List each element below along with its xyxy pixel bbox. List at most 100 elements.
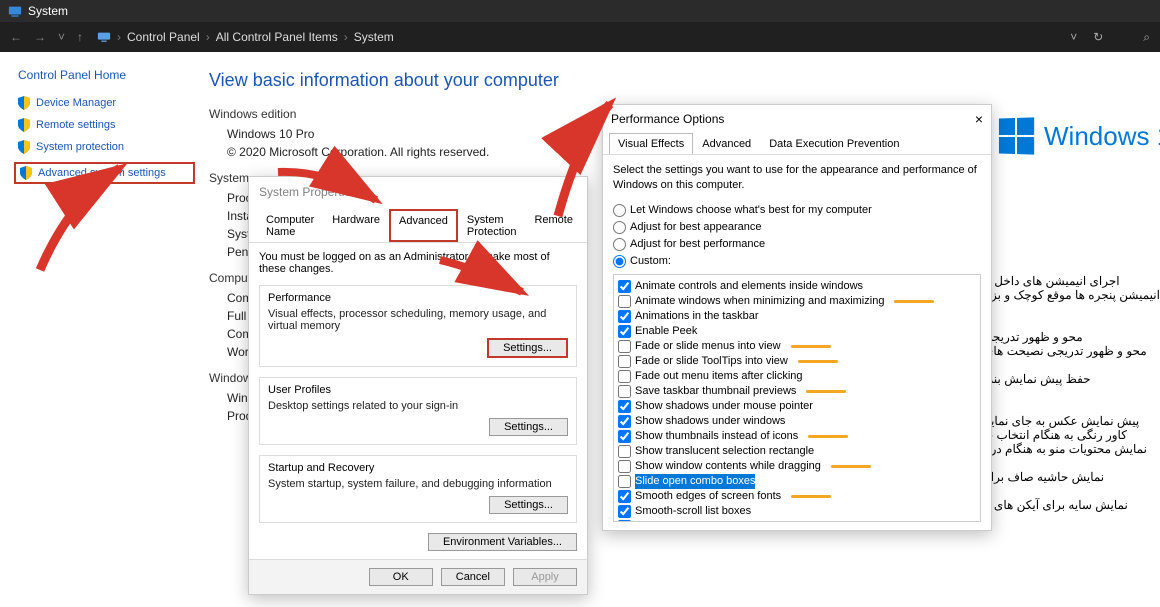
checkbox[interactable] bbox=[618, 295, 631, 308]
cancel-button[interactable]: Cancel bbox=[441, 568, 505, 586]
breadcrumb-item[interactable]: Control Panel bbox=[127, 30, 200, 44]
tab-computer-name[interactable]: Computer Name bbox=[257, 209, 323, 242]
list-item[interactable]: Show shadows under mouse pointer bbox=[616, 399, 978, 414]
performance-fieldset: Performance Visual effects, processor sc… bbox=[259, 285, 577, 367]
radio-label: Let Windows choose what's best for my co… bbox=[630, 204, 872, 216]
radio-custom[interactable] bbox=[613, 255, 626, 268]
radio-best-performance[interactable] bbox=[613, 238, 626, 251]
checkbox[interactable] bbox=[618, 385, 631, 398]
checkbox[interactable] bbox=[618, 325, 631, 338]
performance-settings-button[interactable]: Settings... bbox=[487, 338, 568, 358]
checkbox[interactable] bbox=[618, 505, 631, 518]
checkbox[interactable] bbox=[618, 520, 631, 522]
sidebar-item-system-protection[interactable]: System protection bbox=[18, 140, 195, 154]
checkbox[interactable] bbox=[618, 340, 631, 353]
checkbox-label: Animate windows when minimizing and maxi… bbox=[635, 294, 884, 309]
apply-button[interactable]: Apply bbox=[513, 568, 577, 586]
navigation-bar: ← → ˅ ↑ › Control Panel › All Control Pa… bbox=[0, 22, 1160, 52]
checkbox[interactable] bbox=[618, 445, 631, 458]
list-item[interactable]: Use drop shadows for icon labels on the … bbox=[616, 519, 978, 522]
sidebar-item-label: Advanced system settings bbox=[38, 167, 166, 179]
list-item[interactable]: Show translucent selection rectangle bbox=[616, 444, 978, 459]
performance-legend: Performance bbox=[268, 292, 568, 304]
tab-system-protection[interactable]: System Protection bbox=[458, 209, 526, 242]
breadcrumb-sep: › bbox=[344, 30, 348, 44]
checkbox-label: Save taskbar thumbnail previews bbox=[635, 384, 796, 399]
tab-dep[interactable]: Data Execution Prevention bbox=[760, 133, 908, 154]
sidebar-item-label: Remote settings bbox=[36, 119, 115, 131]
shield-icon bbox=[18, 96, 30, 110]
list-item[interactable]: Smooth edges of screen fonts bbox=[616, 489, 978, 504]
windows-logo-icon bbox=[999, 117, 1034, 154]
checkbox[interactable] bbox=[618, 370, 631, 383]
checkbox-label: Slide open combo boxes bbox=[635, 474, 755, 489]
nav-recent-icon[interactable]: ˅ bbox=[58, 30, 65, 44]
checkbox[interactable] bbox=[618, 280, 631, 293]
list-item[interactable]: Slide open combo boxes bbox=[616, 474, 978, 489]
tab-advanced[interactable]: Advanced bbox=[693, 133, 760, 154]
highlight-brush bbox=[806, 390, 846, 393]
refresh-icon[interactable]: ↻ bbox=[1093, 30, 1103, 45]
list-item[interactable]: Animate controls and elements inside win… bbox=[616, 279, 978, 294]
list-item[interactable]: Animate windows when minimizing and maxi… bbox=[616, 294, 978, 309]
environment-variables-button[interactable]: Environment Variables... bbox=[428, 533, 577, 551]
nav-back-icon[interactable]: ← bbox=[10, 30, 22, 44]
list-item[interactable]: Show window contents while dragging bbox=[616, 459, 978, 474]
breadcrumb-item[interactable]: All Control Panel Items bbox=[216, 30, 338, 44]
list-item[interactable]: Fade out menu items after clicking bbox=[616, 369, 978, 384]
sidebar-item-device-manager[interactable]: Device Manager bbox=[18, 96, 195, 110]
sidebar-item-advanced-system-settings[interactable]: Advanced system settings bbox=[14, 162, 195, 184]
list-item[interactable]: Fade or slide ToolTips into view bbox=[616, 354, 978, 369]
list-item[interactable]: Fade or slide menus into view bbox=[616, 339, 978, 354]
checkbox-label: Show shadows under mouse pointer bbox=[635, 399, 813, 414]
list-item[interactable]: Enable Peek bbox=[616, 324, 978, 339]
checkbox-label: Fade or slide ToolTips into view bbox=[635, 354, 788, 369]
checkbox[interactable] bbox=[618, 460, 631, 473]
ok-button[interactable]: OK bbox=[369, 568, 433, 586]
sidebar-home[interactable]: Control Panel Home bbox=[18, 68, 195, 82]
nav-forward-icon[interactable]: → bbox=[34, 30, 46, 44]
checkbox[interactable] bbox=[618, 475, 631, 488]
checkbox-label: Fade out menu items after clicking bbox=[635, 369, 803, 384]
search-icon[interactable]: ⌕ bbox=[1143, 30, 1150, 45]
list-item[interactable]: Show thumbnails instead of icons bbox=[616, 429, 978, 444]
checkbox[interactable] bbox=[618, 310, 631, 323]
highlight-brush bbox=[831, 465, 871, 468]
list-item[interactable]: Smooth-scroll list boxes bbox=[616, 504, 978, 519]
radio-label: Custom: bbox=[630, 255, 671, 267]
startup-settings-button[interactable]: Settings... bbox=[489, 496, 568, 514]
profiles-settings-button[interactable]: Settings... bbox=[489, 418, 568, 436]
list-item[interactable]: Animations in the taskbar bbox=[616, 309, 978, 324]
sidebar-item-label: System protection bbox=[36, 141, 124, 153]
tab-visual-effects[interactable]: Visual Effects bbox=[609, 133, 693, 154]
radio-windows-choose[interactable] bbox=[613, 204, 626, 217]
tab-advanced[interactable]: Advanced bbox=[389, 209, 458, 242]
breadcrumb-item[interactable]: System bbox=[354, 30, 394, 44]
checkbox-label: Enable Peek bbox=[635, 324, 697, 339]
checkbox[interactable] bbox=[618, 490, 631, 503]
breadcrumb[interactable]: › Control Panel › All Control Panel Item… bbox=[97, 30, 394, 44]
nav-dropdown-icon[interactable]: ˅ bbox=[1070, 30, 1077, 45]
checkbox[interactable] bbox=[618, 400, 631, 413]
radio-best-appearance[interactable] bbox=[613, 221, 626, 234]
list-item[interactable]: Save taskbar thumbnail previews bbox=[616, 384, 978, 399]
checkbox-label: Fade or slide menus into view bbox=[635, 339, 781, 354]
startup-legend: Startup and Recovery bbox=[268, 462, 568, 474]
close-icon[interactable]: × bbox=[975, 111, 983, 127]
sidebar-item-label: Device Manager bbox=[36, 97, 116, 109]
nav-up-icon[interactable]: ↑ bbox=[77, 30, 83, 44]
shield-icon bbox=[18, 118, 30, 132]
radio-label: Adjust for best performance bbox=[630, 238, 765, 250]
tab-remote[interactable]: Remote bbox=[525, 209, 582, 242]
visual-effects-list[interactable]: Animate controls and elements inside win… bbox=[613, 274, 981, 522]
performance-desc-text: Select the settings you want to use for … bbox=[613, 163, 981, 194]
sidebar-item-remote-settings[interactable]: Remote settings bbox=[18, 118, 195, 132]
admin-note: You must be logged on as an Administrato… bbox=[259, 251, 577, 275]
startup-fieldset: Startup and Recovery System startup, sys… bbox=[259, 455, 577, 523]
list-item[interactable]: Show shadows under windows bbox=[616, 414, 978, 429]
checkbox[interactable] bbox=[618, 415, 631, 428]
checkbox[interactable] bbox=[618, 355, 631, 368]
checkbox[interactable] bbox=[618, 430, 631, 443]
tab-hardware[interactable]: Hardware bbox=[323, 209, 389, 242]
system-properties-dialog: System Properties Computer Name Hardware… bbox=[248, 176, 588, 595]
